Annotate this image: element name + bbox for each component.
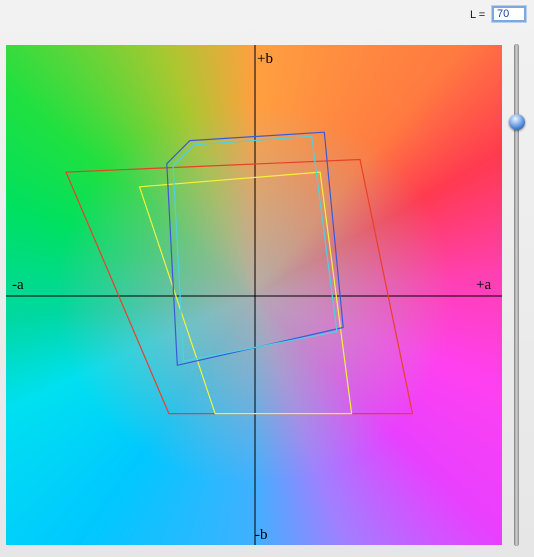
lightness-input[interactable] <box>492 6 526 22</box>
lab-gamut-window: L = +b -a +a -b <box>0 0 534 557</box>
gamut-outline-1 <box>65 158 414 415</box>
gamut-outline-2 <box>138 171 353 415</box>
gamut-outlines <box>6 45 502 545</box>
ab-color-plane[interactable]: +b -a +a -b <box>6 45 502 545</box>
lightness-label: L = <box>470 9 486 21</box>
lightness-slider-knob[interactable] <box>509 114 525 131</box>
minus-b-label: -b <box>255 527 268 543</box>
minus-a-label: -a <box>12 277 24 293</box>
plus-a-label: +a <box>476 277 492 293</box>
plus-b-label: +b <box>257 51 273 67</box>
